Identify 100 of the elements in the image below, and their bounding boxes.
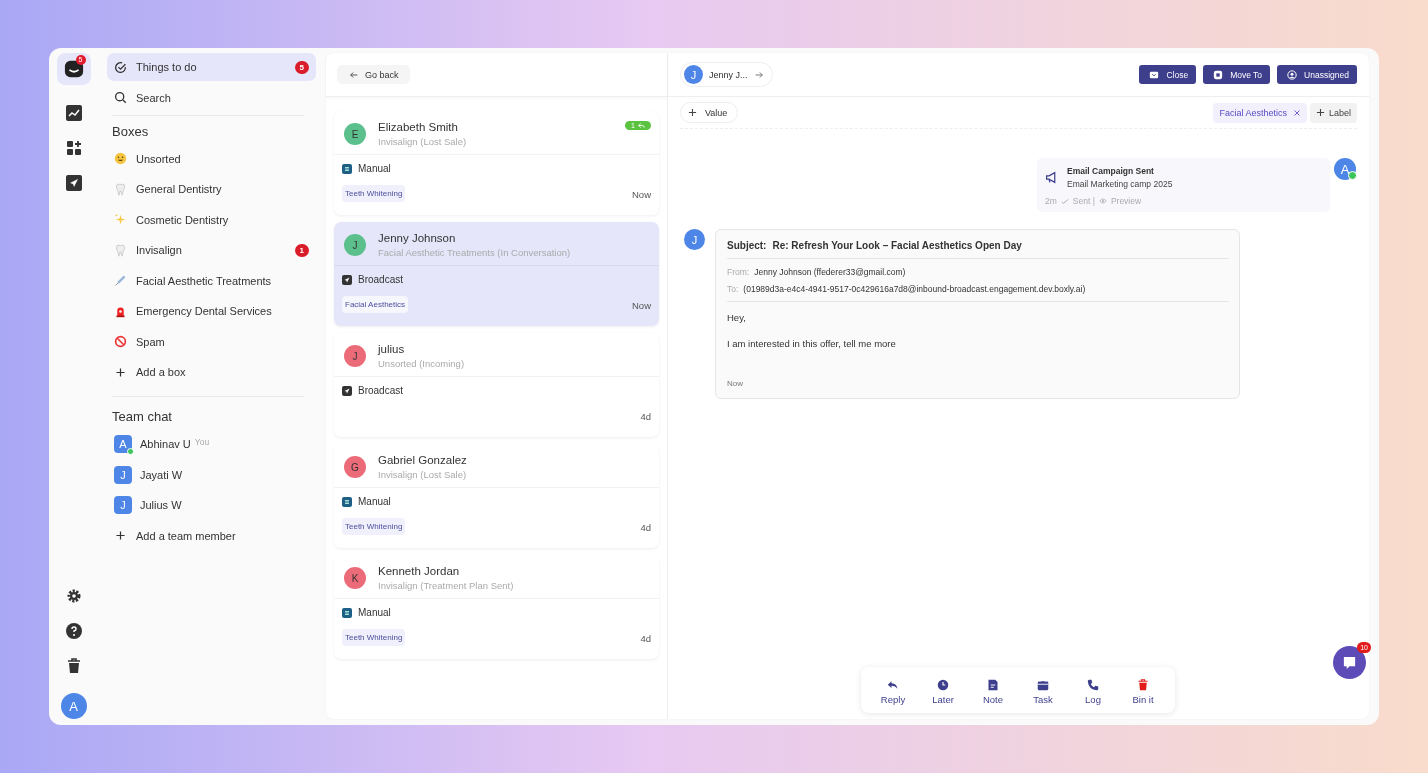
timestamp: Now xyxy=(632,300,651,313)
contact-name: julius xyxy=(378,343,406,355)
close-icon[interactable] xyxy=(1292,108,1301,117)
conversation-card[interactable]: G Gabriel Gonzalez Invisalign (Lost Sale) Manual Teeth Whitening 4d xyxy=(334,444,659,548)
chat-widget-button[interactable] xyxy=(1333,646,1366,679)
siren-icon xyxy=(114,304,127,318)
contact-name: Kenneth Jordan xyxy=(378,565,461,577)
box-item[interactable]: Facial Aesthetic Treatments xyxy=(107,266,316,295)
folder-icon xyxy=(1213,69,1224,80)
timestamp: Now xyxy=(727,379,744,388)
help-icon[interactable] xyxy=(65,623,82,639)
document-icon xyxy=(342,607,352,618)
conversation-status: Invisalign (Lost Sale) xyxy=(378,469,467,480)
go-back-button[interactable]: Go back xyxy=(337,65,410,84)
channel-label: Broadcast xyxy=(358,274,404,285)
timestamp: 4d xyxy=(640,522,651,535)
agent-avatar: A xyxy=(1334,158,1356,180)
chart-icon[interactable] xyxy=(65,105,82,121)
contact-avatar: J xyxy=(344,234,366,256)
things-to-do-item[interactable]: Things to do 5 xyxy=(107,53,316,81)
task-button[interactable]: Task xyxy=(1019,679,1067,705)
box-item[interactable]: Unsorted xyxy=(107,144,316,173)
tag-chip: Teeth Whitening xyxy=(342,629,406,646)
document-icon xyxy=(342,163,352,174)
assign-button[interactable]: Unassigned xyxy=(1277,65,1357,84)
box-item[interactable]: Emergency Dental Services xyxy=(107,297,316,325)
calendar-icon xyxy=(1037,679,1049,691)
member-avatar: A xyxy=(114,435,132,453)
label-chip[interactable]: Facial Aesthetics xyxy=(1213,102,1307,123)
syringe-icon xyxy=(114,274,127,287)
add-team-member-item[interactable]: Add a team member xyxy=(107,521,316,550)
contact-avatar: G xyxy=(344,456,366,478)
channel-label: Manual xyxy=(358,607,391,618)
team-member-item[interactable]: J Jayati W xyxy=(107,460,316,489)
log-button[interactable]: Log xyxy=(1069,679,1117,705)
member-avatar: J xyxy=(114,496,132,514)
tooth-icon xyxy=(114,243,127,257)
clock-icon xyxy=(937,679,949,691)
bin-button[interactable]: Bin it xyxy=(1119,679,1167,705)
email-body-text: Hey, xyxy=(727,312,747,323)
chat-bubble-icon xyxy=(1342,655,1357,670)
channel-label: Manual xyxy=(358,163,391,174)
chat-logo-icon[interactable] xyxy=(63,59,84,79)
conversation-card[interactable]: J julius Unsorted (Incoming) Broadcast 4d xyxy=(334,333,659,437)
search-icon xyxy=(114,91,127,104)
check-icon xyxy=(1060,197,1069,205)
sender-address: Jenny Johnson (ffederer33@gmail.com) xyxy=(754,267,906,277)
team-member-item[interactable]: A Abhinav U You xyxy=(107,430,316,458)
inbox-icon xyxy=(1149,69,1160,80)
email-body-text: I am interested in this offer, tell me more xyxy=(727,338,897,349)
add-label-button[interactable]: Label xyxy=(1309,102,1357,123)
eye-icon xyxy=(1098,197,1107,205)
conversation-status: Invisalign (Treatment Plan Sent) xyxy=(378,580,514,591)
user-avatar[interactable]: A xyxy=(60,693,87,719)
timestamp: 4d xyxy=(640,411,651,424)
team-member-item[interactable]: J Julius W xyxy=(107,491,316,519)
timestamp: 4d xyxy=(640,633,651,646)
member-avatar: J xyxy=(114,465,132,484)
count-badge: 1 xyxy=(294,243,309,257)
search-item[interactable]: Search xyxy=(107,83,316,112)
box-item[interactable]: Invisalign 1 xyxy=(107,236,316,264)
section-heading: Team chat xyxy=(111,408,173,426)
add-box-item[interactable]: Add a box xyxy=(107,358,316,386)
smiley-icon xyxy=(114,152,127,165)
trash-icon xyxy=(1137,679,1149,691)
conversation-status: Facial Aesthetic Treatments (In Conversation) xyxy=(378,247,571,258)
event-subtitle: Email Marketing camp 2025 xyxy=(1067,179,1173,189)
conversation-card[interactable]: J Jenny Johnson Facial Aesthetic Treatments (In Conversation) Broadcast Facial Aesthetics Now xyxy=(334,222,659,326)
reply-button[interactable]: Reply xyxy=(869,679,917,705)
add-value-button[interactable]: Value xyxy=(680,102,739,123)
move-to-button[interactable]: Move To xyxy=(1203,65,1271,84)
conversation-card[interactable]: K Kenneth Jordan Invisalign (Treatment Plan Sent) Manual Teeth Whitening 4d xyxy=(334,555,659,659)
close-button[interactable]: Close xyxy=(1139,65,1197,84)
recipient-address: (01989d3a-e4c4-4941-9517-0c429616a7d8@inbound-broadcast.engagement.dev.boxly.ai) xyxy=(743,284,1086,294)
box-item[interactable]: Cosmetic Dentistry xyxy=(107,205,316,234)
apps-icon[interactable] xyxy=(65,140,82,156)
trash-icon[interactable] xyxy=(65,658,82,674)
note-button[interactable]: Note xyxy=(969,679,1017,705)
sparkles-icon xyxy=(114,213,127,226)
contact-avatar: J xyxy=(344,345,366,367)
box-item[interactable]: General Dentistry xyxy=(107,175,316,203)
contact-name: Jenny Johnson xyxy=(378,232,457,244)
plus-icon xyxy=(114,365,127,379)
settings-icon[interactable] xyxy=(65,588,82,604)
send-icon xyxy=(342,274,352,285)
phone-icon xyxy=(1087,679,1099,691)
plus-icon xyxy=(114,529,127,542)
arrow-right-icon xyxy=(753,69,764,80)
event-time: 2m xyxy=(1045,196,1057,206)
sent-status: Sent | xyxy=(1072,196,1095,206)
later-button[interactable]: Later xyxy=(919,679,967,705)
contact-avatar: E xyxy=(344,123,366,145)
box-item[interactable]: Spam xyxy=(107,327,316,356)
plus-icon xyxy=(688,108,697,117)
plus-icon xyxy=(1315,108,1325,117)
send-icon[interactable] xyxy=(65,175,82,191)
tag-chip: Teeth Whitening xyxy=(342,518,406,535)
timestamp: Now xyxy=(632,189,651,202)
conversation-status: Unsorted (Incoming) xyxy=(378,358,465,369)
channel-label: Manual xyxy=(358,496,391,507)
